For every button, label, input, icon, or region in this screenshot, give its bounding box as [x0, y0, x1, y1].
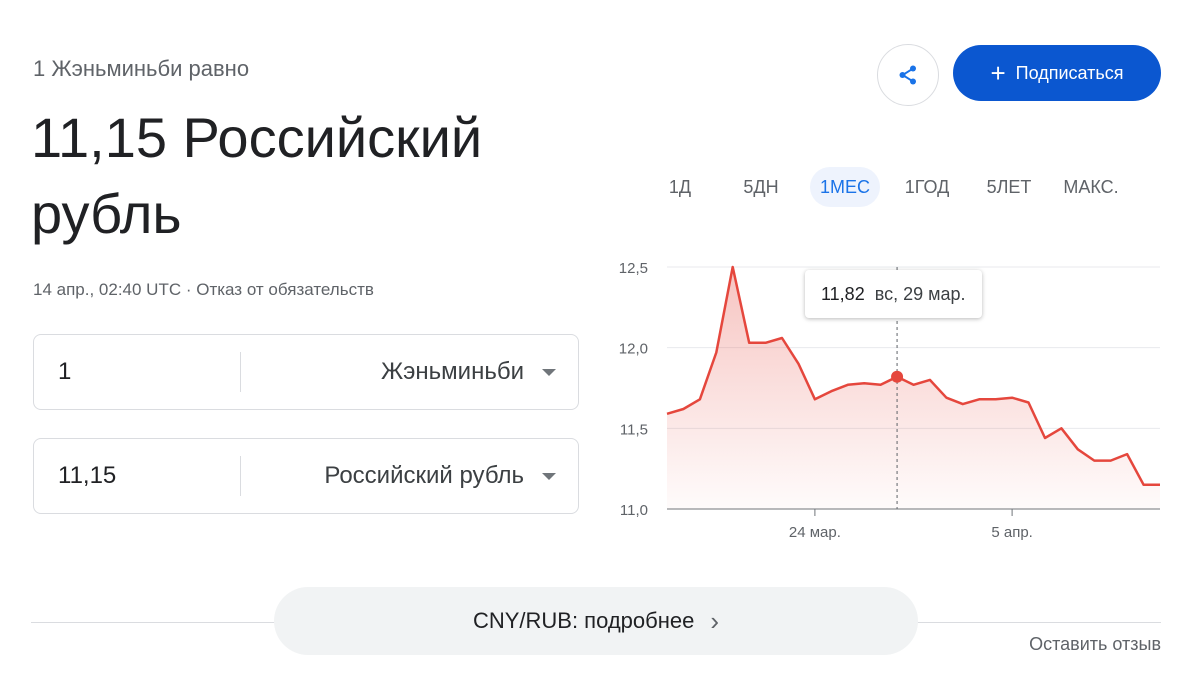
timestamp-disclaimer: 14 апр., 02:40 UTC · Отказ от обязательс…: [33, 280, 374, 299]
footer-divider-left: [31, 622, 275, 623]
y-tick-label: 11,0: [620, 502, 648, 519]
x-tick-label: 5 апр.: [991, 524, 1032, 541]
feedback-link[interactable]: Оставить отзыв: [1029, 634, 1161, 655]
from-amount-input[interactable]: 1: [34, 358, 240, 386]
range-tab[interactable]: 1Д: [659, 167, 701, 207]
x-tick-label: 24 мар.: [789, 524, 841, 541]
tooltip-value: 11,82: [821, 283, 865, 304]
to-amount-input[interactable]: 11,15: [34, 462, 240, 490]
chart-tooltip: 11,82 вс, 29 мар.: [805, 270, 982, 318]
details-button[interactable]: CNY/RUB: подробнее ›: [274, 587, 918, 655]
footer-divider-right: [917, 622, 1161, 623]
range-tab[interactable]: МАКС.: [1053, 167, 1128, 207]
conversion-subtitle: 1 Жэньминьби равно: [33, 56, 250, 81]
to-currency-select[interactable]: Российский рубль: [241, 462, 578, 490]
share-button[interactable]: [877, 44, 939, 106]
y-tick-label: 12,0: [619, 341, 648, 358]
range-tab[interactable]: 1ГОД: [895, 167, 960, 207]
to-currency-label: Российский рубль: [324, 462, 524, 489]
range-tab[interactable]: 5ДН: [733, 167, 788, 207]
to-currency-row: 11,15 Российский рубль: [33, 438, 579, 514]
dropdown-arrow-icon: [542, 472, 556, 480]
data-point: [891, 370, 904, 383]
subscribe-label: Подписаться: [1015, 62, 1124, 83]
tooltip-date: вс, 29 мар.: [874, 283, 966, 304]
conversion-result: 11,15 Российский рубль: [31, 106, 483, 245]
from-currency-select[interactable]: Жэньминьби: [241, 358, 578, 386]
from-currency-label: Жэньминьби: [381, 358, 524, 385]
from-currency-row: 1 Жэньминьби: [33, 334, 579, 410]
details-label: CNY/RUB: подробнее: [472, 608, 695, 633]
y-tick-label: 11,5: [620, 421, 648, 438]
dropdown-arrow-icon: [542, 368, 556, 376]
share-icon: [899, 65, 916, 85]
range-tab[interactable]: 1МЕС: [809, 167, 881, 207]
plus-icon: +: [990, 58, 1006, 88]
range-tab[interactable]: 5ЛЕТ: [977, 167, 1042, 207]
subscribe-button[interactable]: + Подписаться: [953, 45, 1161, 101]
y-tick-label: 12,5: [619, 260, 648, 277]
chevron-right-icon: ›: [710, 605, 720, 636]
